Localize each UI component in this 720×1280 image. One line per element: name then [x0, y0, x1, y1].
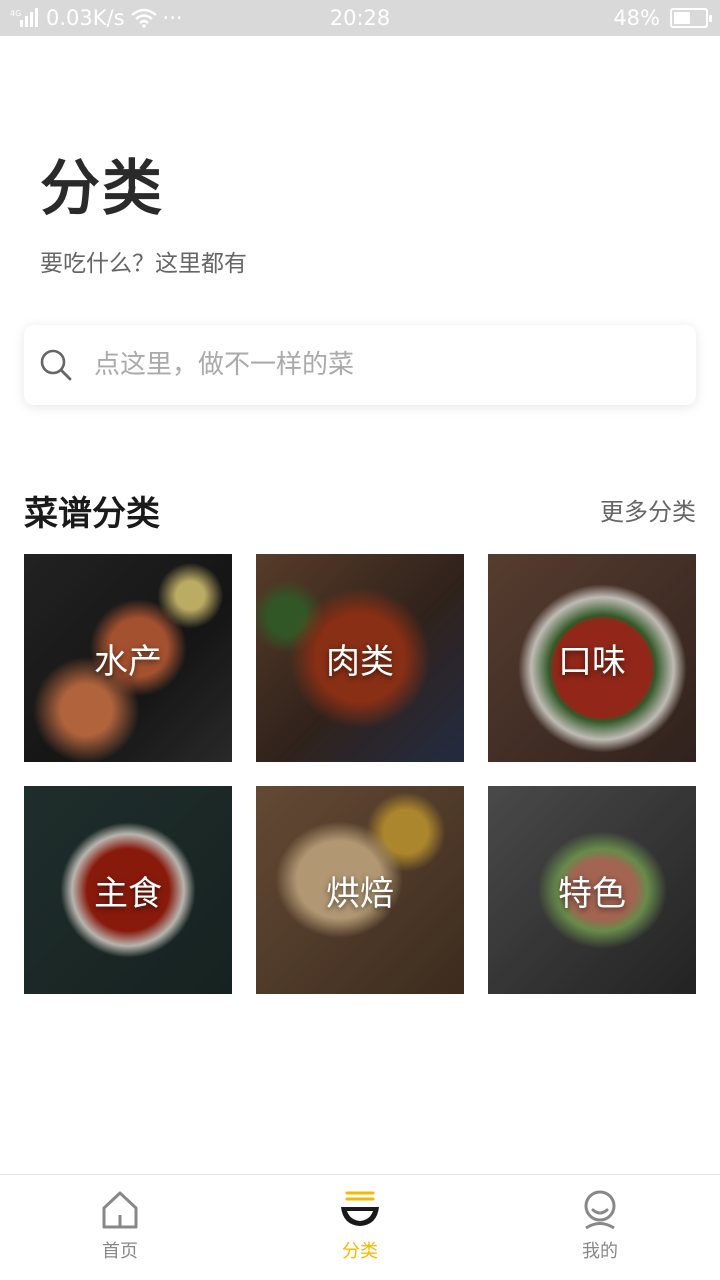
category-tile-staple[interactable]: 主食 [24, 786, 232, 994]
nav-item-home[interactable]: 首页 [0, 1175, 240, 1280]
status-bar: 4G 0.03K/s ··· 20:28 48% [0, 0, 720, 36]
category-tile-baking[interactable]: 烘焙 [256, 786, 464, 994]
status-right: 48% [613, 6, 712, 30]
page-subtitle: 要吃什么？这里都有 [40, 251, 247, 277]
nav-label: 分类 [342, 1241, 378, 1262]
category-label: 水产 [94, 641, 162, 682]
category-label: 肉类 [326, 641, 394, 682]
category-label: 主食 [94, 873, 162, 914]
category-label: 口味 [558, 641, 626, 682]
category-tile-seafood[interactable]: 水产 [24, 554, 232, 762]
category-tile-meat[interactable]: 肉类 [256, 554, 464, 762]
more-categories-link[interactable]: 更多分类 [600, 492, 696, 527]
nav-label: 首页 [102, 1241, 138, 1262]
category-label: 特色 [558, 873, 626, 914]
page-title: 分类 [40, 154, 164, 224]
nav-item-profile[interactable]: 我的 [480, 1175, 720, 1280]
bowl-icon [341, 1191, 379, 1226]
search-bar[interactable] [24, 325, 696, 405]
search-input[interactable] [94, 350, 654, 380]
battery-percent: 48% [613, 6, 660, 30]
category-tile-special[interactable]: 特色 [488, 786, 696, 994]
battery-icon [670, 8, 712, 28]
home-icon [102, 1191, 138, 1229]
category-grid: 水产 肉类 口味 主食 烘焙 特色 [24, 554, 696, 994]
section-title: 菜谱分类 [24, 494, 160, 534]
status-time: 20:28 [329, 6, 391, 30]
category-tile-flavor[interactable]: 口味 [488, 554, 696, 762]
nav-item-categories[interactable]: 分类 [240, 1175, 480, 1280]
battery-level [674, 12, 691, 24]
bottom-nav: 首页 分类 我的 [0, 1174, 720, 1280]
category-label: 烘焙 [326, 873, 394, 914]
profile-icon [584, 1190, 616, 1230]
search-icon [40, 349, 72, 381]
nav-label: 我的 [582, 1241, 618, 1262]
